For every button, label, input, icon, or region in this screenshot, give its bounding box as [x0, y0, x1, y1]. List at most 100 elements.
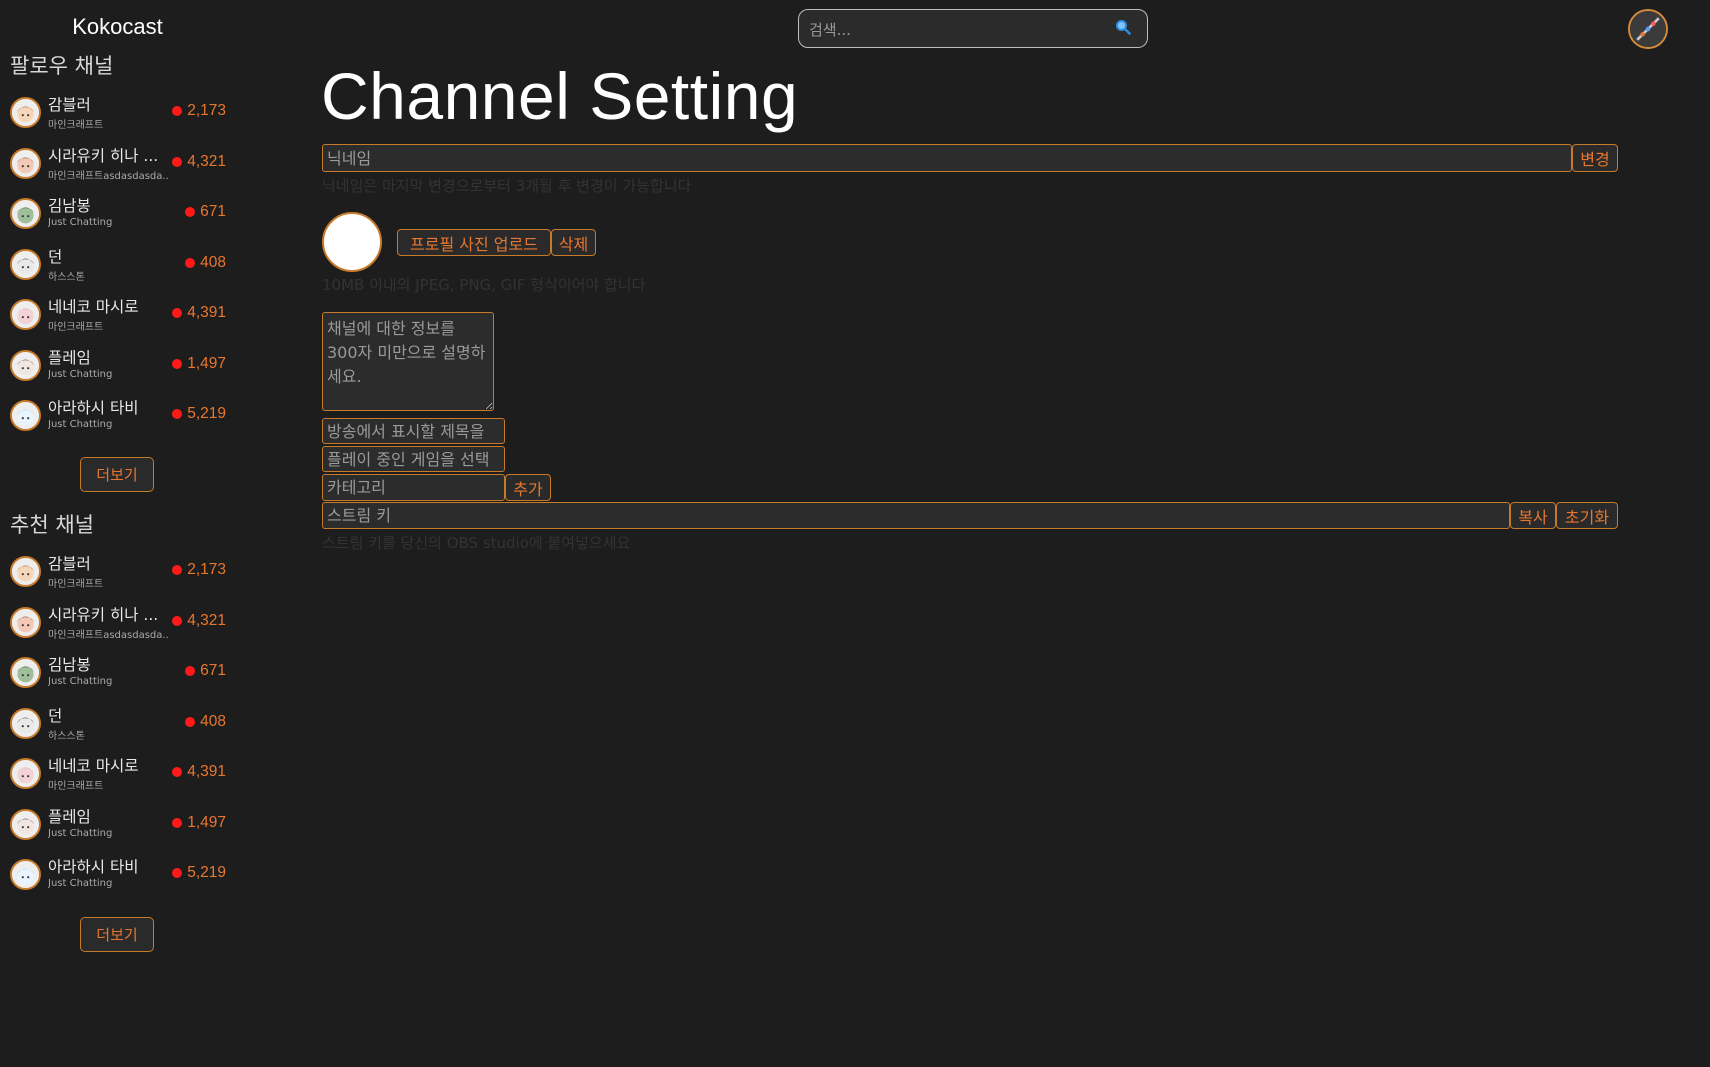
viewer-count-value: 408	[200, 253, 226, 271]
channel-item[interactable]: 아라하시 타비 Just Chatting 5,219	[0, 390, 232, 441]
search-icon[interactable]	[1115, 19, 1131, 39]
channel-item[interactable]: 감블러마인크래프트 2,173	[0, 546, 232, 597]
stream-key-reset-button[interactable]: 초기화	[1556, 502, 1618, 529]
channel-item[interactable]: 김남봉 Just Chatting 671	[0, 188, 232, 239]
channel-item[interactable]: 플레임 Just Chatting 1,497	[0, 340, 232, 391]
live-indicator-icon	[185, 207, 196, 217]
profile-hint: 10MB 이내의 JPEG, PNG, GIF 형식이어야 합니다	[322, 276, 646, 294]
channel-category: 마인크래프트	[48, 120, 104, 131]
viewer-count-value: 1,497	[187, 354, 226, 372]
viewer-count: 5,219	[172, 405, 226, 423]
channel-name: 아라하시 타비	[48, 858, 139, 876]
channel-category: 하스스톤	[48, 271, 85, 283]
stream-key-hint: 스트림 키를 당신의 OBS studio에 붙여넣으세요	[322, 534, 631, 552]
channel-category: 마인크래프트	[48, 781, 104, 792]
viewer-count-value: 4,321	[187, 611, 226, 629]
live-indicator-icon	[172, 106, 183, 116]
channel-item[interactable]: 감블러마인크래프트 2,173	[0, 87, 232, 138]
channel-item[interactable]: 네네코 마시로마인크래프트 4,391	[0, 748, 232, 799]
recommend-channel-list: 감블러마인크래프트 2,173 시라유키 히나 ... 마인크래프트asdasdasd…	[0, 546, 232, 900]
channel-category: 마인크래프트	[48, 579, 104, 590]
channel-name: 던	[48, 247, 63, 266]
viewer-count: 671	[185, 203, 226, 221]
channel-avatar	[10, 606, 41, 638]
channel-name: 플레임	[48, 348, 91, 367]
channel-avatar	[10, 808, 41, 840]
channel-name: 김남봉	[48, 197, 91, 215]
viewer-count: 408	[185, 713, 226, 731]
channel-name: 네네코 마시로	[48, 757, 139, 775]
search-bar	[798, 9, 1148, 49]
stream-key-copy-button[interactable]: 복사	[1510, 502, 1556, 529]
live-indicator-icon	[172, 868, 183, 878]
nickname-change-button[interactable]: 변경	[1572, 144, 1618, 172]
category-input[interactable]	[322, 474, 505, 501]
live-indicator-icon	[185, 716, 196, 727]
channel-category: 마인크래프트	[48, 322, 104, 333]
viewer-count: 5,219	[172, 864, 226, 882]
channel-avatar	[10, 299, 41, 330]
channel-category: Just Chatting	[48, 217, 113, 228]
stream-key-input[interactable]	[322, 502, 1510, 529]
channel-item[interactable]: 네네코 마시로마인크래프트 4,391	[0, 289, 232, 340]
game-select-input[interactable]	[322, 446, 505, 472]
viewer-count: 4,391	[172, 304, 226, 322]
viewer-count-value: 671	[200, 203, 226, 220]
app-logo[interactable]: Kokocast	[0, 14, 235, 40]
upload-profile-button[interactable]: 프로필 사진 업로드	[397, 229, 551, 256]
stream-title-input[interactable]	[322, 418, 505, 444]
viewer-count-value: 671	[200, 662, 226, 679]
channel-avatar	[10, 349, 41, 381]
channel-avatar	[10, 556, 41, 587]
channel-name: 아라하시 타비	[48, 399, 139, 417]
live-indicator-icon	[172, 565, 183, 575]
profile-picture	[322, 212, 382, 272]
channel-name: 플레임	[48, 807, 91, 826]
viewer-count: 4,321	[172, 612, 226, 630]
channel-avatar	[10, 97, 41, 128]
channel-item[interactable]: 플레임 Just Chatting 1,497	[0, 799, 232, 850]
viewer-count: 1,497	[172, 355, 226, 373]
recommend-more-button[interactable]: 더보기	[80, 917, 154, 952]
live-indicator-icon	[172, 358, 183, 369]
viewer-count-value: 408	[200, 712, 226, 730]
channel-name: 시라유키 히나 ...	[48, 146, 159, 165]
channel-item[interactable]: 던하스스톤 408	[0, 239, 232, 290]
search-input[interactable]	[807, 10, 1101, 49]
channel-description-textarea[interactable]	[322, 312, 494, 411]
live-indicator-icon	[172, 308, 183, 318]
channel-category: Just Chatting	[48, 676, 113, 687]
channel-avatar	[10, 248, 41, 280]
viewer-count-value: 5,219	[187, 864, 226, 881]
follow-more-button[interactable]: 더보기	[80, 457, 154, 492]
nickname-input[interactable]	[322, 144, 1572, 172]
channel-name: 감블러	[48, 555, 91, 573]
channel-name: 네네코 마시로	[48, 298, 139, 316]
sidebar: Kokocast 팔로우 채널 감블러 마인크래프트 2,173 시라유키 히나 ..…	[0, 0, 240, 1067]
channel-name: 시라유키 히나 ...	[48, 605, 159, 624]
user-avatar[interactable]	[1628, 9, 1668, 49]
viewer-count: 4,391	[172, 763, 226, 781]
delete-profile-button[interactable]: 삭제	[551, 229, 596, 256]
channel-name: 던	[48, 706, 63, 725]
channel-item[interactable]: 시라유키 히나 ... 마인크래프트asdasdasda... 4,321	[0, 597, 232, 648]
channel-item[interactable]: 김남봉 Just Chatting 671	[0, 647, 232, 698]
channel-item[interactable]: 시라유키 히나 ... 마인크래프트asdasdasda... 4,321	[0, 138, 232, 189]
viewer-count: 2,173	[172, 102, 226, 120]
channel-category: Just Chatting	[48, 419, 113, 430]
channel-name: 감블러	[48, 96, 91, 114]
viewer-count-value: 2,173	[187, 561, 226, 578]
channel-item[interactable]: 던 하스스톤 408	[0, 698, 232, 749]
viewer-count-value: 2,173	[187, 102, 226, 119]
follow-channels-title: 팔로우 채널	[10, 54, 114, 78]
category-add-button[interactable]: 추가	[505, 474, 551, 501]
live-indicator-icon	[172, 156, 183, 167]
channel-category: Just Chatting	[48, 878, 113, 889]
viewer-count-value: 4,391	[187, 304, 226, 321]
viewer-count: 2,173	[172, 561, 226, 579]
channel-avatar	[10, 400, 41, 431]
channel-item[interactable]: 아라하시 타비 Just Chatting 5,219	[0, 849, 232, 900]
viewer-count: 1,497	[172, 814, 226, 832]
live-indicator-icon	[172, 767, 183, 777]
live-indicator-icon	[172, 409, 183, 419]
